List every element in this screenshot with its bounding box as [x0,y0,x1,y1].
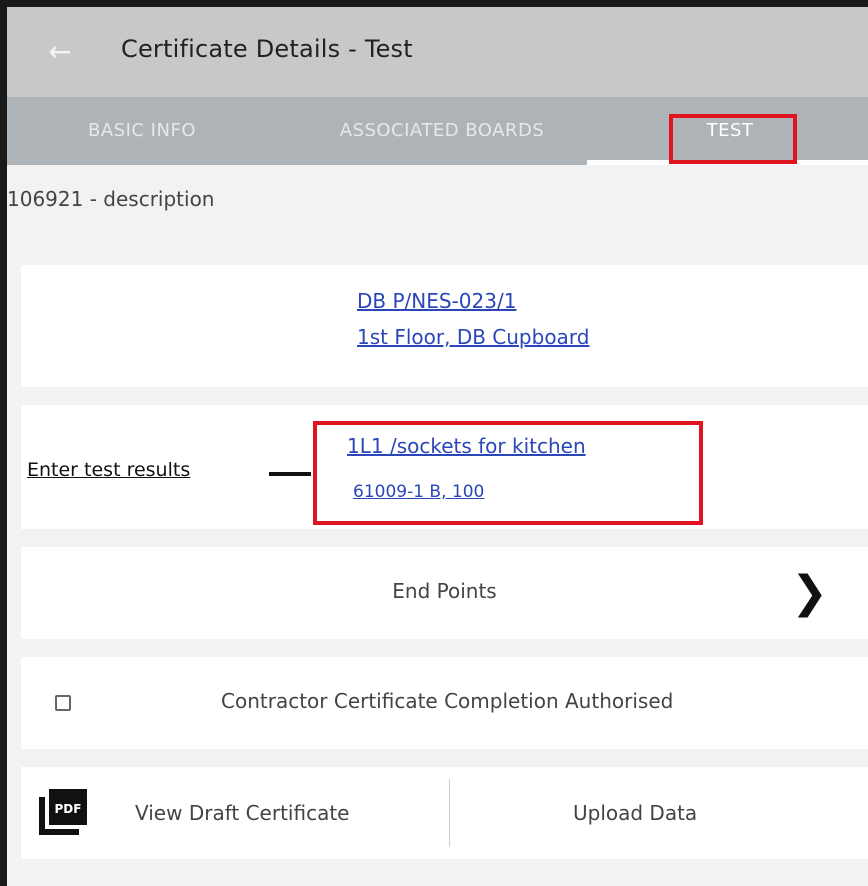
contractor-authorised-checkbox[interactable] [55,695,71,711]
selected-tab-indicator [587,160,868,165]
circuit-description-link[interactable]: 1L1 /sockets for kitchen [347,434,586,458]
tab-associated-boards[interactable]: ASSOCIATED BOARDS [307,97,577,165]
certificate-subheader: 106921 - description [7,187,215,211]
app-frame: ← Certificate Details - Test BASIC INFO … [0,0,868,886]
end-points-row[interactable]: End Points ❯ [21,547,868,639]
annotation-connector-line [269,472,311,476]
chevron-right-icon: ❯ [791,567,828,618]
actions-row: PDF View Draft Certificate Upload Data [21,767,868,859]
circuit-protection-link[interactable]: 61009-1 B, 100 [353,482,484,502]
contractor-authorised-row: Contractor Certificate Completion Author… [21,657,868,749]
page-title: Certificate Details - Test [121,35,413,63]
tab-test[interactable]: TEST [665,97,795,165]
tab-basic-info[interactable]: BASIC INFO [67,97,217,165]
board-location-link[interactable]: 1st Floor, DB Cupboard [357,325,589,349]
tab-bar: BASIC INFO ASSOCIATED BOARDS TEST [7,97,868,165]
view-draft-certificate-button[interactable]: View Draft Certificate [135,801,349,825]
upload-data-button[interactable]: Upload Data [573,801,697,825]
end-points-label: End Points [392,579,497,603]
app-bar: ← Certificate Details - Test [7,7,868,97]
pdf-icon-text: PDF [55,802,82,816]
board-reference-link[interactable]: DB P/NES-023/1 [357,289,516,313]
arrow-left-icon[interactable]: ← [45,37,75,67]
pdf-icon[interactable]: PDF [39,789,87,835]
enter-test-results-annotation: Enter test results [27,459,191,481]
actions-divider [449,779,450,847]
contractor-authorised-label: Contractor Certificate Completion Author… [221,689,674,713]
board-card: DB P/NES-023/1 1st Floor, DB Cupboard [21,265,868,387]
